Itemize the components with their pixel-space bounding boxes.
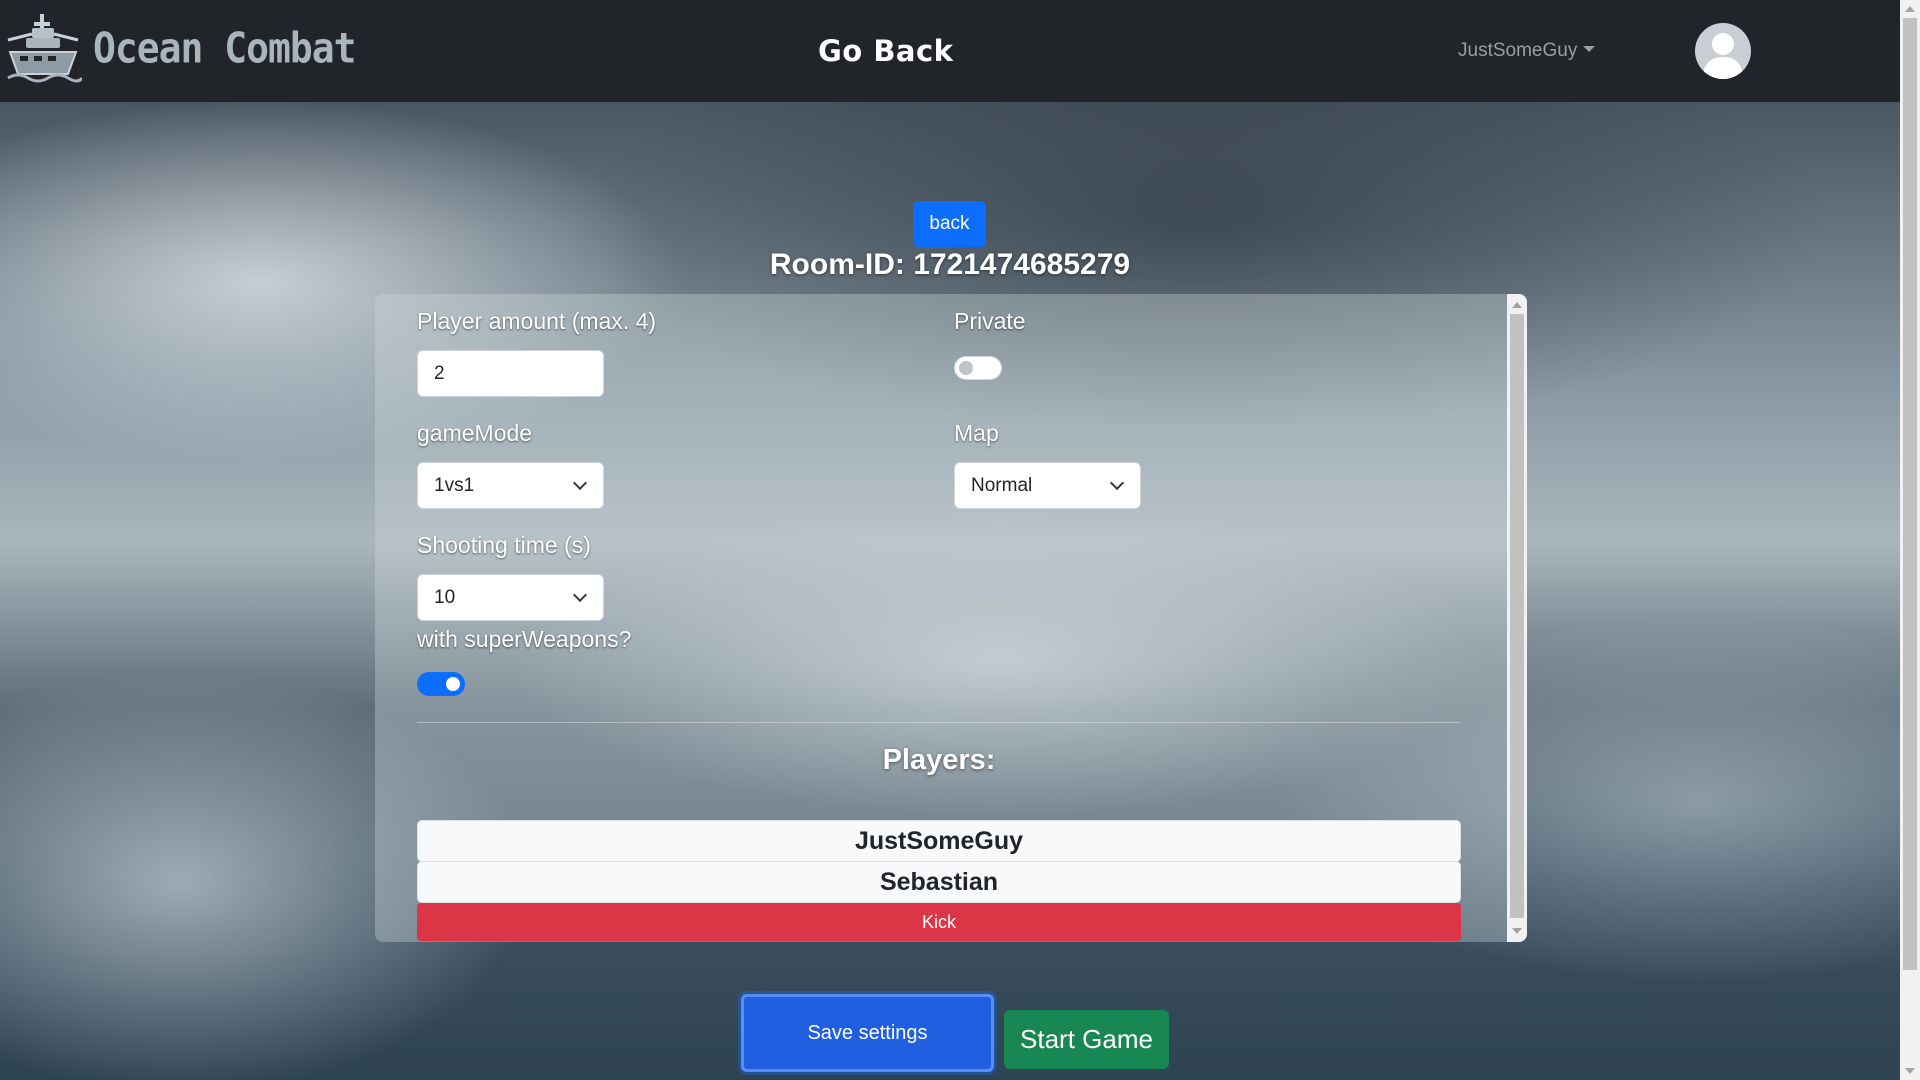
game-mode-label: gameMode — [417, 420, 533, 446]
player-amount-label: Player amount (max. 4) — [417, 308, 657, 334]
avatar[interactable] — [1695, 23, 1751, 79]
start-game-button[interactable]: Start Game — [1004, 1010, 1169, 1069]
panel-scrollbar[interactable] — [1507, 294, 1527, 942]
caret-down-icon — [1583, 46, 1596, 52]
scroll-down-arrow-icon[interactable] — [1512, 928, 1522, 934]
save-settings-button[interactable]: Save settings — [741, 994, 994, 1072]
shooting-time-value: 10 — [434, 587, 456, 608]
private-toggle[interactable] — [954, 356, 1002, 380]
room-settings-panel: Player amount (max. 4) 2 Private gameMod… — [375, 294, 1527, 942]
user-dropdown[interactable]: JustSomeGuy — [1458, 40, 1596, 62]
private-label: Private — [954, 308, 1026, 334]
map-value: Normal — [971, 475, 1033, 496]
scrollbar-thumb[interactable] — [1903, 18, 1917, 970]
scroll-up-arrow-icon[interactable] — [1512, 302, 1522, 308]
chevron-down-icon — [572, 475, 588, 491]
game-mode-value: 1vs1 — [434, 475, 475, 496]
player-amount-input[interactable]: 2 — [417, 350, 604, 397]
scroll-up-arrow-icon[interactable] — [1905, 6, 1915, 12]
toggle-knob — [446, 677, 460, 691]
super-weapons-toggle[interactable] — [417, 672, 465, 696]
chevron-down-icon — [1109, 475, 1125, 491]
page-scrollbar[interactable] — [1900, 0, 1920, 1080]
chevron-down-icon — [572, 587, 588, 603]
go-back-link[interactable]: Go Back — [818, 34, 953, 68]
battleship-logo-icon[interactable] — [4, 12, 82, 88]
player-row: Sebastian — [417, 861, 1461, 903]
super-weapons-label: with superWeapons? — [417, 626, 632, 652]
players-heading: Players: — [882, 744, 996, 776]
back-button[interactable]: back — [913, 201, 986, 247]
navbar: Ocean Combat Go Back JustSomeGuy — [0, 0, 1900, 102]
kick-button[interactable]: Kick — [417, 903, 1461, 941]
user-silhouette-icon — [1703, 33, 1743, 79]
toggle-knob — [959, 361, 973, 375]
scroll-down-arrow-icon[interactable] — [1905, 1068, 1915, 1074]
divider — [417, 722, 1461, 723]
map-select[interactable]: Normal — [954, 462, 1141, 509]
shooting-time-label: Shooting time (s) — [417, 532, 591, 558]
shooting-time-select[interactable]: 10 — [417, 574, 604, 621]
game-mode-select[interactable]: 1vs1 — [417, 462, 604, 509]
username-label: JustSomeGuy — [1458, 40, 1578, 61]
room-id-heading: Room-ID: 1721474685279 — [769, 248, 1131, 281]
map-label: Map — [954, 420, 999, 446]
brand-name[interactable]: Ocean Combat — [93, 24, 357, 72]
player-row: JustSomeGuy — [417, 820, 1461, 862]
scrollbar-thumb[interactable] — [1510, 314, 1524, 918]
